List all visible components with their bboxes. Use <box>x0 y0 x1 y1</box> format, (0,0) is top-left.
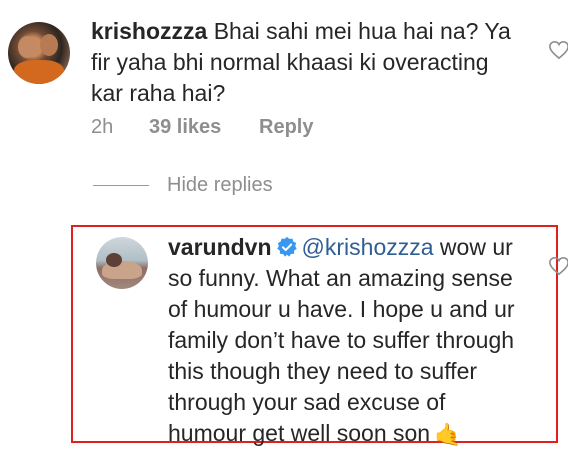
comment-body: wow ur so funny. What an amazing sense o… <box>168 234 515 446</box>
hide-replies-button[interactable]: Hide replies <box>93 174 273 197</box>
verified-badge-icon <box>276 236 297 257</box>
comment-meta: 2h 39 likes Reply <box>91 116 313 139</box>
heart-icon[interactable] <box>548 256 568 276</box>
call-me-hand-emoji: 🤙 <box>434 422 462 447</box>
comment-text: krishozzza Bhai sahi mei hua hai na? Ya … <box>91 16 521 109</box>
comment-time: 2h <box>91 116 114 138</box>
heart-icon[interactable] <box>548 40 568 60</box>
avatar[interactable] <box>8 22 70 84</box>
comment-text: varundvn @krishozzza wow ur so funny. Wh… <box>168 232 528 450</box>
mention-link[interactable]: @krishozzza <box>302 234 434 260</box>
avatar[interactable] <box>96 237 148 289</box>
comment-username[interactable]: krishozzza <box>91 18 207 44</box>
divider-line <box>93 185 149 186</box>
hide-replies-label: Hide replies <box>167 174 273 196</box>
likes-count[interactable]: 39 likes <box>149 116 259 139</box>
reply-button[interactable]: Reply <box>259 116 313 139</box>
comment-username[interactable]: varundvn <box>168 234 272 260</box>
